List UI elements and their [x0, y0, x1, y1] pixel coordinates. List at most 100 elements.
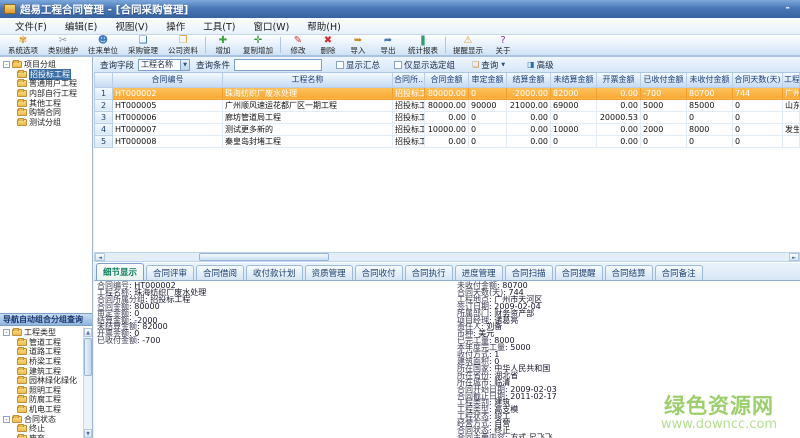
- grid-cell: 10000.00: [425, 123, 469, 135]
- grid-cell: 80000.00: [425, 99, 469, 111]
- grid-cell: -2000.00: [507, 87, 551, 99]
- row-number-cell: 2: [95, 99, 113, 111]
- toolbar-button-1[interactable]: ✂类别维护: [43, 35, 83, 55]
- grid-column-header-7[interactable]: 未结算金额: [551, 73, 597, 87]
- menu-item-0[interactable]: 文件(F): [6, 18, 56, 34]
- grid-column-header-1[interactable]: 合同编号: [113, 73, 223, 87]
- nav-tree-item-1-1[interactable]: 废弃: [1, 434, 83, 438]
- search-button[interactable]: ❑ 查询 ▼: [467, 57, 510, 73]
- scroll-right-icon[interactable]: ►: [789, 253, 799, 261]
- grid-cell: 0: [733, 111, 783, 123]
- chevron-down-icon[interactable]: ▼: [501, 62, 505, 68]
- tab-9[interactable]: 合同提醒: [555, 265, 603, 280]
- query-condition-input[interactable]: [234, 59, 322, 71]
- minimize-button[interactable]: -: [785, 1, 790, 14]
- menu-item-3[interactable]: 操作: [157, 18, 194, 34]
- grid-cell: 80000.00: [425, 87, 469, 99]
- folder-icon: [17, 358, 27, 365]
- checkbox-icon[interactable]: [336, 61, 344, 69]
- app-icon: [4, 4, 16, 14]
- advanced-button[interactable]: ◨ 高级: [522, 57, 559, 73]
- sidebar-scrollbar[interactable]: ▲ ▼: [83, 328, 92, 438]
- grid-column-header-12[interactable]: 工程...: [783, 73, 800, 87]
- toolbar-button-0[interactable]: ✾系统选项: [3, 35, 43, 55]
- grid-cell: 招投标工程: [393, 87, 425, 99]
- project-tree-item-5[interactable]: 测试分组: [1, 118, 91, 128]
- grid-cell: 招投标工程: [393, 111, 425, 123]
- tab-8[interactable]: 合同扫描: [505, 265, 553, 280]
- toolbar-button-label: 删除: [321, 46, 336, 55]
- grid-cell: -700: [641, 87, 687, 99]
- grid-column-header-3[interactable]: 合同所...: [393, 73, 425, 87]
- toolbar-button-10[interactable]: ➦导出: [373, 35, 403, 55]
- expand-box-icon[interactable]: -: [3, 329, 10, 336]
- grid-column-header-9[interactable]: 已收付金额: [641, 73, 687, 87]
- toolbar-button-6[interactable]: ✛复制增加: [238, 35, 278, 55]
- menu-item-6[interactable]: 帮助(H): [298, 18, 350, 34]
- toolbar-button-12[interactable]: ⚠提醒显示: [448, 35, 488, 55]
- grid-column-header-8[interactable]: 开票金额: [597, 73, 641, 87]
- toolbar-button-label: 公司资料: [168, 46, 198, 55]
- tab-0[interactable]: 细节显示: [96, 263, 144, 280]
- tab-11[interactable]: 合同备注: [655, 265, 703, 280]
- grid-cell: 0: [733, 123, 783, 135]
- detail-field: 收付方式: 1: [457, 352, 787, 359]
- table-row[interactable]: 1HT000002珠海纺织厂废水处理招投标工程80000.000-2000.00…: [95, 87, 800, 99]
- tab-7[interactable]: 进度管理: [455, 265, 503, 280]
- scroll-down-icon[interactable]: ▼: [84, 429, 92, 438]
- expand-box-icon[interactable]: -: [3, 416, 10, 423]
- toolbar-button-2[interactable]: ☻往来单位: [83, 35, 123, 55]
- only-selected-group-checkbox[interactable]: 仅显示选定组: [394, 59, 455, 71]
- tab-3[interactable]: 收付款计划: [246, 265, 303, 280]
- toolbar-button-7[interactable]: ✎修改: [283, 35, 313, 55]
- menu-item-4[interactable]: 工具(T): [194, 18, 244, 34]
- tab-6[interactable]: 合同执行: [405, 265, 453, 280]
- grid-cell: 发生大: [783, 123, 800, 135]
- grid-column-header-4[interactable]: 合同金额: [425, 73, 469, 87]
- toolbar-button-8[interactable]: ✖删除: [313, 35, 343, 55]
- toolbar-button-4[interactable]: ❐公司资料: [163, 35, 203, 55]
- table-row[interactable]: 5HT000008秦皇岛封堵工程招投标工程0.0000.0000.00000: [95, 135, 800, 147]
- toolbar-button-3[interactable]: ❏采购管理: [123, 35, 163, 55]
- toolbar-button-9[interactable]: ➥导入: [343, 35, 373, 55]
- scrollbar-thumb[interactable]: [199, 253, 329, 261]
- toolbar-button-13[interactable]: ?关于: [488, 35, 518, 55]
- tab-1[interactable]: 合同评审: [146, 265, 194, 280]
- grid-column-header-5[interactable]: 审定金额: [469, 73, 507, 87]
- toolbar-button-5[interactable]: ✚增加: [208, 35, 238, 55]
- grid-cell: HT000006: [113, 111, 223, 123]
- grid-cell: 0: [641, 135, 687, 147]
- grid-column-header-0[interactable]: [95, 73, 113, 87]
- query-field-select[interactable]: 工程名称 ▼: [138, 59, 190, 71]
- menu-item-1[interactable]: 编辑(E): [56, 18, 106, 34]
- horizontal-scrollbar[interactable]: ◄ ►: [94, 252, 800, 262]
- table-row[interactable]: 2HT000005广州顺风速运花都厂区一期工程招投标工程80000.009000…: [95, 99, 800, 111]
- checkbox-icon[interactable]: [394, 61, 402, 69]
- tab-5[interactable]: 合同收付: [355, 265, 403, 280]
- nav-group-query-header[interactable]: 导航自动组合分组查询: [0, 313, 92, 326]
- chevron-down-icon[interactable]: ▼: [180, 60, 189, 70]
- menu-item-2[interactable]: 视图(V): [106, 18, 157, 34]
- expand-box-icon[interactable]: -: [3, 61, 10, 68]
- menu-bar: 文件(F)编辑(E)视图(V)操作工具(T)窗口(W)帮助(H): [0, 18, 800, 35]
- folder-icon: [17, 377, 27, 384]
- grid-column-header-2[interactable]: 工程名称: [223, 73, 393, 87]
- grid-column-header-10[interactable]: 未收付金额: [687, 73, 733, 87]
- scrollbar-thumb[interactable]: [84, 338, 92, 376]
- menu-item-5[interactable]: 窗口(W): [244, 18, 298, 34]
- tab-10[interactable]: 合同结算: [605, 265, 653, 280]
- tab-4[interactable]: 资质管理: [305, 265, 353, 280]
- table-row[interactable]: 4HT000007测试更多新的招投标工程10000.0000.00100000.…: [95, 123, 800, 135]
- grid-column-header-11[interactable]: 合同天数(天): [733, 73, 783, 87]
- tab-2[interactable]: 合同借阅: [196, 265, 244, 280]
- scroll-left-icon[interactable]: ◄: [95, 253, 105, 261]
- grid-column-header-6[interactable]: 结算金额: [507, 73, 551, 87]
- show-summary-checkbox[interactable]: 显示汇总: [336, 59, 380, 71]
- add-icon: ✚: [219, 36, 227, 46]
- category-maintenance-icon: ✂: [59, 36, 67, 46]
- grid-cell: 90000: [469, 99, 507, 111]
- toolbar-button-11[interactable]: ❚统计报表: [403, 35, 443, 55]
- table-row[interactable]: 3HT000006廊坊管道局工程招投标工程0.0000.00020000.530…: [95, 111, 800, 123]
- scroll-up-icon[interactable]: ▲: [84, 328, 92, 337]
- company-info-icon: ❐: [179, 36, 188, 46]
